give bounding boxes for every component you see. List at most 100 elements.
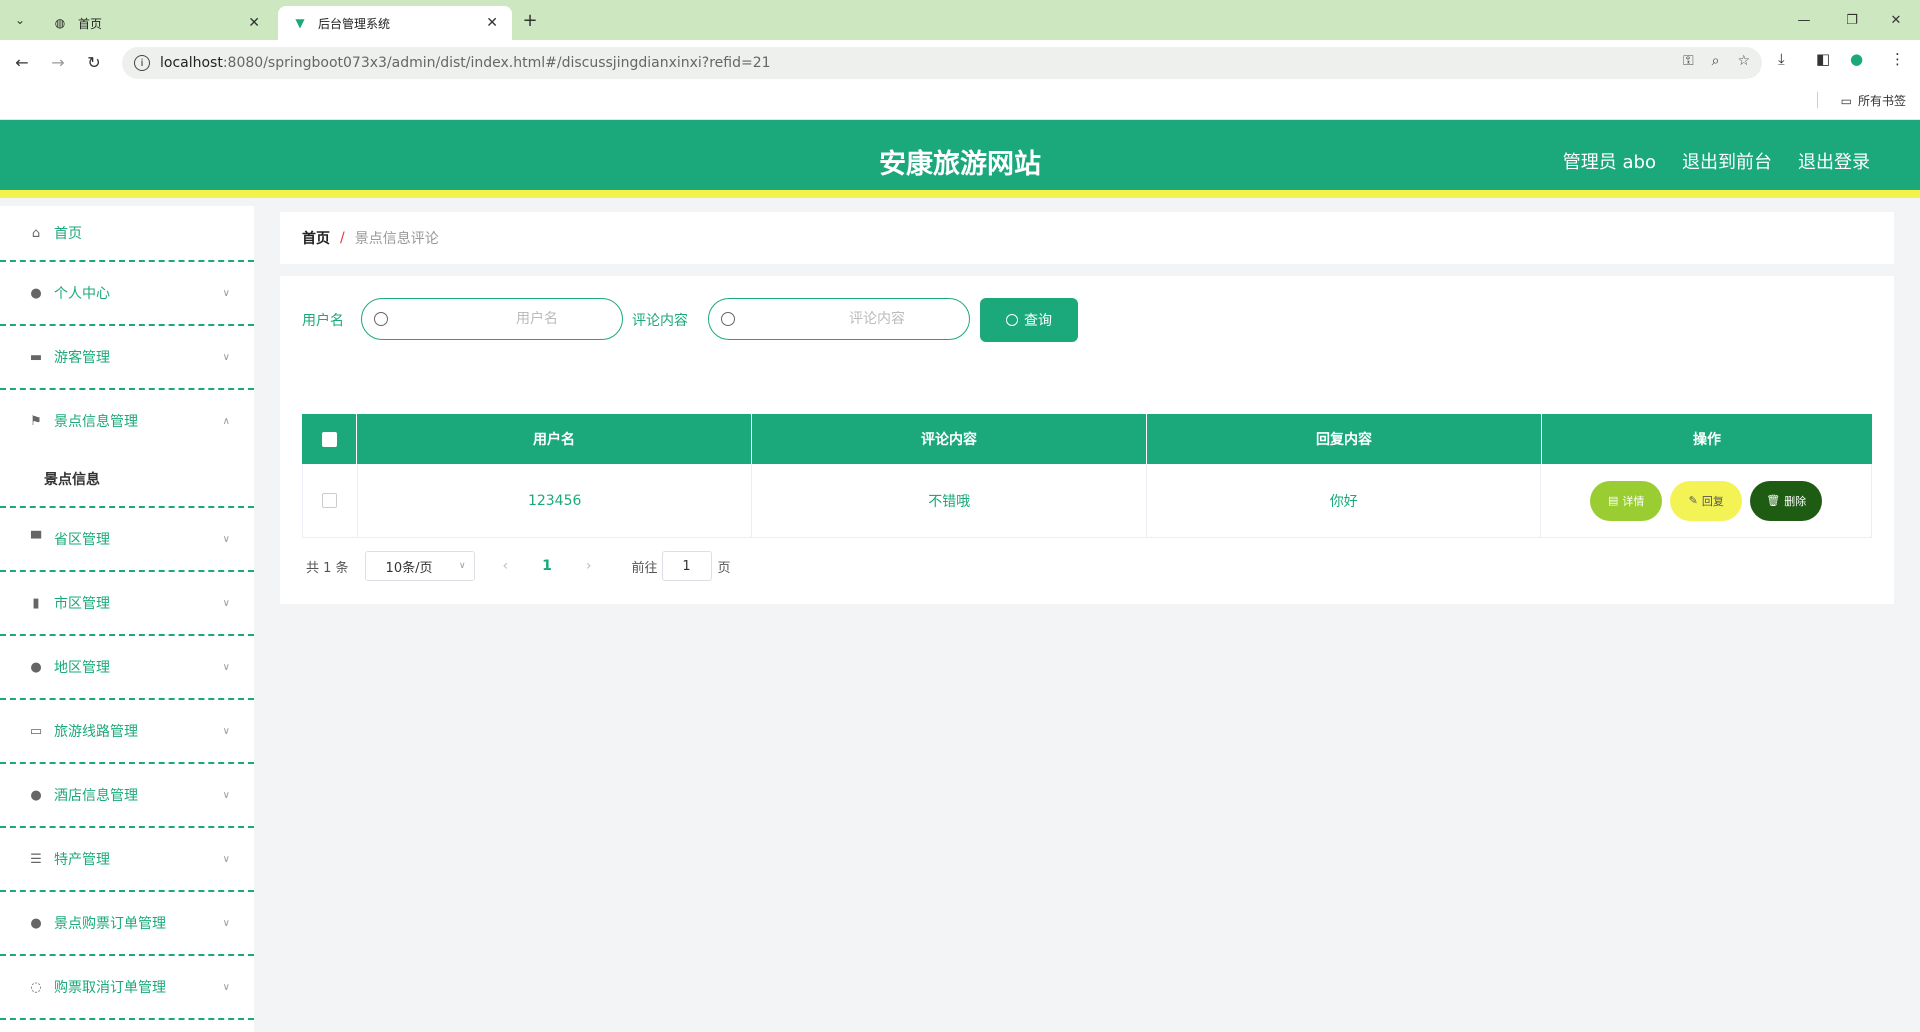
reply-cell: 你好 <box>1147 464 1542 537</box>
sidebar-item-label: 特产管理 <box>54 852 110 868</box>
page-size-value: 10条/页 <box>385 560 433 576</box>
column-header: 回复内容 <box>1147 414 1542 464</box>
search-icon <box>1006 314 1018 326</box>
key-icon[interactable]: ⚿ <box>1683 53 1694 69</box>
goto-page-input[interactable]: 1 <box>661 551 712 581</box>
tab-search-icon[interactable]: ⌄ <box>8 8 32 32</box>
new-tab-icon[interactable]: + <box>518 8 542 32</box>
zoom-icon[interactable]: ⌕ <box>1712 53 1720 69</box>
column-header: 用户名 <box>357 414 752 464</box>
vue-icon: ▼ <box>295 16 305 30</box>
sidebar-item-label: 景点购票订单管理 <box>54 916 166 932</box>
page-number[interactable]: 1 <box>542 558 552 574</box>
sidebar-item-scenic[interactable]: ⚑ 景点信息管理 ∧ <box>0 390 254 452</box>
content-cell: 不错哦 <box>752 464 1147 537</box>
username-search[interactable] <box>361 298 623 340</box>
pagination-total: 共 1 条 <box>306 560 349 576</box>
forward-icon[interactable]: → <box>46 50 70 74</box>
select-all-checkbox[interactable] <box>321 431 337 447</box>
all-bookmarks[interactable]: ▭ 所有书签 <box>1841 92 1906 109</box>
chevron-down-icon: ∨ <box>222 661 230 673</box>
download-icon[interactable]: ⤓ <box>1778 50 1785 68</box>
document-icon: ▤ <box>1608 494 1619 507</box>
sidebar-item-label: 首页 <box>54 226 82 242</box>
sidebar-item-specialty[interactable]: ☰ 特产管理 ∨ <box>0 828 254 892</box>
home-icon: ⌂ <box>31 225 41 241</box>
star-icon[interactable]: ☆ <box>1737 53 1750 69</box>
close-icon[interactable]: ✕ <box>248 15 260 31</box>
back-to-front-link[interactable]: 退出到前台 <box>1682 148 1772 174</box>
delete-button[interactable]: 🗑 删除 <box>1750 480 1823 521</box>
search-icon <box>721 312 735 326</box>
row-select-cell <box>303 464 358 537</box>
browser-chrome: ⌄ ◍ 首页 ✕ ▼ 后台管理系统 ✕ + — ❐ ✕ ← → ↻ i loca… <box>0 0 1920 120</box>
address-bar[interactable]: i localhost:8080/springboot073x3/admin/d… <box>122 47 1762 79</box>
breadcrumb: 首页 / 景点信息评论 <box>280 212 1894 264</box>
reload-icon[interactable]: ↻ <box>82 50 106 74</box>
detail-button[interactable]: ▤ 详情 <box>1590 480 1663 521</box>
menu-icon[interactable]: ⋮ <box>1890 50 1905 68</box>
select-all-cell <box>302 414 357 464</box>
sidebar-item-home[interactable]: ⌂ 首页 <box>0 206 254 262</box>
user-icon: ● <box>30 285 42 301</box>
sidebar-item-routes[interactable]: ▭ 旅游线路管理 ∨ <box>0 700 254 764</box>
close-icon[interactable]: ✕ <box>486 15 498 31</box>
profile-icon[interactable]: ● <box>1850 50 1863 68</box>
sidebar-item-district[interactable]: ● 地区管理 ∨ <box>0 636 254 700</box>
breadcrumb-home[interactable]: 首页 <box>302 228 330 248</box>
site-info-icon[interactable]: i <box>134 55 150 71</box>
tab-admin[interactable]: ▼ 后台管理系统 ✕ <box>278 6 512 40</box>
sidebar-item-ticket-orders[interactable]: ● 景点购票订单管理 ∨ <box>0 892 254 956</box>
username-input[interactable] <box>398 311 588 327</box>
sidebar-item-label: 市区管理 <box>54 596 110 612</box>
sidebar-subitem-label: 景点信息 <box>44 472 100 488</box>
sidebar-subitem-scenic-info[interactable]: 景点信息 <box>0 452 254 508</box>
query-button[interactable]: 查询 <box>980 298 1078 342</box>
url-path: :8080/springboot073x3/admin/dist/index.h… <box>222 55 771 71</box>
sidebar-item-city[interactable]: ▮ 市区管理 ∨ <box>0 572 254 636</box>
sidebar-item-label: 省区管理 <box>54 532 110 548</box>
restore-icon[interactable]: ❐ <box>1832 8 1872 32</box>
logout-link[interactable]: 退出登录 <box>1798 148 1870 174</box>
chevron-down-icon: ∨ <box>222 853 230 865</box>
site-header: 安康旅游网站 管理员 abo 退出到前台 退出登录 <box>0 120 1920 198</box>
row-checkbox[interactable] <box>322 493 338 508</box>
sidebar-item-province[interactable]: ▀ 省区管理 ∨ <box>0 508 254 572</box>
bookmarks-divider <box>1817 92 1818 108</box>
tab-home[interactable]: ◍ 首页 ✕ <box>38 6 274 40</box>
content-panel: 用户名 评论内容 查询 用户名 评论内容 回复内容 操作 123456 不错哦 … <box>280 276 1894 604</box>
sidebar-item-hotels[interactable]: ● 酒店信息管理 ∨ <box>0 764 254 828</box>
back-icon[interactable]: ← <box>10 50 34 74</box>
reply-button-label: 回复 <box>1701 494 1724 508</box>
sidebar-item-cancel-orders[interactable]: ◌ 购票取消订单管理 ∨ <box>0 956 254 1020</box>
navigation-bar: ← → ↻ i localhost:8080/springboot073x3/a… <box>0 40 1920 84</box>
content-search[interactable] <box>708 298 970 340</box>
chart-icon: ▮ <box>32 595 40 611</box>
user-icon: ● <box>30 659 42 675</box>
sidebar-item-label: 购票取消订单管理 <box>54 980 166 996</box>
sidepanel-icon[interactable]: ◧ <box>1816 50 1830 68</box>
sign-icon: ▀ <box>31 531 41 547</box>
flag-icon: ⚑ <box>30 413 42 429</box>
prev-page-icon[interactable]: ‹ <box>503 558 509 574</box>
close-window-icon[interactable]: ✕ <box>1876 8 1916 32</box>
query-button-label: 查询 <box>1024 313 1052 329</box>
sidebar-item-profile[interactable]: ● 个人中心 ∨ <box>0 262 254 326</box>
chevron-up-icon: ∧ <box>222 415 230 427</box>
header-links: 管理员 abo 退出到前台 退出登录 <box>1563 148 1870 174</box>
username-cell: 123456 <box>358 464 753 537</box>
reply-button[interactable]: ✎ 回复 <box>1670 480 1743 521</box>
chevron-down-icon: ∨ <box>458 561 466 571</box>
breadcrumb-current: 景点信息评论 <box>354 231 439 247</box>
chevron-down-icon: ∨ <box>222 981 230 993</box>
page-size-select[interactable]: 10条/页 ∨ <box>364 551 475 581</box>
sidebar-item-label: 景点信息管理 <box>54 414 138 430</box>
minimize-icon[interactable]: — <box>1784 8 1824 32</box>
sidebar-item-visitors[interactable]: ▬ 游客管理 ∨ <box>0 326 254 390</box>
chevron-down-icon: ∨ <box>222 533 230 545</box>
next-page-icon[interactable]: › <box>586 558 592 574</box>
chevron-down-icon: ∨ <box>222 725 230 737</box>
globe-icon: ◍ <box>54 16 66 30</box>
actions-cell: ▤ 详情 ✎ 回复 🗑 删除 <box>1541 464 1871 537</box>
content-input[interactable] <box>745 311 935 327</box>
